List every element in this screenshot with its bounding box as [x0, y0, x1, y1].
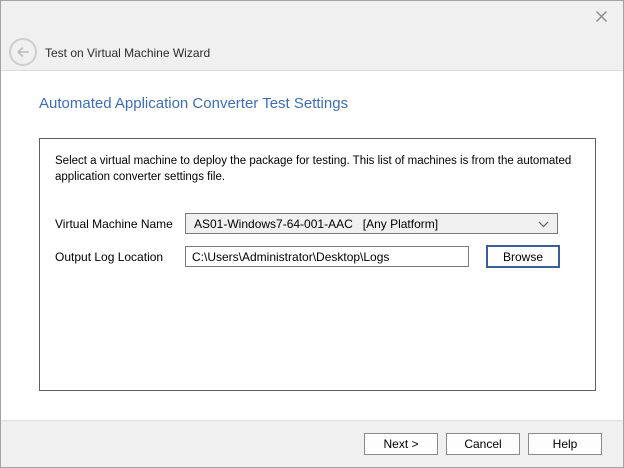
vm-name-selected-value: AS01-Windows7-64-001-AAC [Any Platform]: [194, 217, 438, 231]
vm-name-label: Virtual Machine Name: [55, 217, 173, 231]
browse-button[interactable]: Browse: [486, 245, 560, 268]
chevron-down-icon: [538, 221, 549, 228]
log-location-label: Output Log Location: [55, 250, 163, 264]
next-button[interactable]: Next >: [364, 433, 438, 455]
wizard-content: Automated Application Converter Test Set…: [1, 72, 623, 420]
back-arrow-icon: [15, 46, 31, 58]
settings-groupbox: Select a virtual machine to deploy the p…: [39, 138, 596, 391]
close-icon: [595, 10, 608, 23]
page-heading: Automated Application Converter Test Set…: [39, 95, 348, 112]
vm-name-dropdown[interactable]: AS01-Windows7-64-001-AAC [Any Platform]: [185, 213, 558, 234]
wizard-title: Test on Virtual Machine Wizard: [45, 46, 210, 60]
wizard-footer: Next > Cancel Help: [1, 420, 623, 467]
wizard-window: Test on Virtual Machine Wizard Automated…: [0, 0, 624, 468]
cancel-button[interactable]: Cancel: [446, 433, 520, 455]
wizard-header: Test on Virtual Machine Wizard: [1, 1, 623, 71]
description-text: Select a virtual machine to deploy the p…: [55, 153, 575, 185]
log-location-input[interactable]: [185, 246, 469, 267]
back-button[interactable]: [9, 38, 37, 66]
close-button[interactable]: [591, 6, 611, 26]
help-button[interactable]: Help: [528, 433, 602, 455]
